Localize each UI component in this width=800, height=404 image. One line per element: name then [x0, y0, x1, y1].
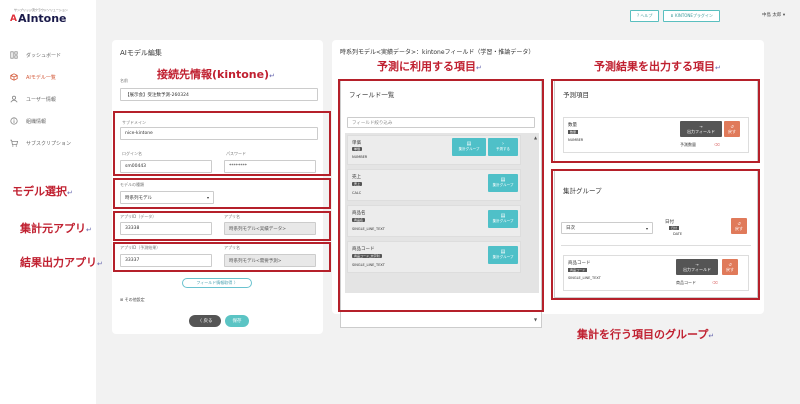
- user-menu[interactable]: 中島 太郎 ▾: [762, 12, 785, 18]
- sidebar-item-label: AIモデル一覧: [26, 74, 56, 81]
- page-title: AIモデル編集: [120, 49, 162, 57]
- sidebar-item-label: ダッシュボード: [26, 52, 62, 59]
- dashboard-icon: [10, 51, 18, 59]
- sidebar-item-label: ユーザー情報: [26, 96, 56, 103]
- sidebar-item-label: サブスクリプション: [26, 140, 72, 147]
- annotation-group: 集計を行う項目のグループ↵: [577, 326, 714, 342]
- logo-name: AIntone: [17, 12, 67, 25]
- annotation-text: 集計を行う項目のグループ: [577, 328, 709, 341]
- back-button[interactable]: 〈 戻る: [189, 315, 221, 327]
- sidebar-nav: ダッシュボード AIモデル一覧 ユーザー情報 組織情報 サブスクリプション: [0, 44, 96, 154]
- sidebar-item-organization[interactable]: 組織情報: [0, 110, 96, 132]
- save-button[interactable]: 保存: [225, 315, 249, 327]
- return-mark: ↵: [67, 189, 73, 197]
- help-button[interactable]: ? ヘルプ: [630, 10, 660, 22]
- kintone-plugin-button[interactable]: ⬇ KINTONEプラグイン: [663, 10, 720, 22]
- annotation-text: 接続先情報(kintone): [157, 68, 270, 81]
- info-icon: [10, 117, 18, 125]
- other-settings-toggle[interactable]: ⊞ その他設定: [120, 297, 145, 303]
- scroll-down-icon[interactable]: ▼: [534, 317, 537, 322]
- field-card-title: 時系列モデル<実績データ>：kintoneフィールド（学習・推論データ）: [340, 49, 535, 56]
- annotation-box-model: [113, 178, 331, 209]
- return-mark: ↵: [269, 72, 275, 80]
- annotation-text: 結果出力アプリ: [20, 256, 97, 269]
- annotation-result-app: 結果出力アプリ↵: [20, 254, 103, 270]
- annotation-box-group: [551, 169, 760, 300]
- cube-icon: [10, 73, 18, 81]
- annotation-source-app: 集計元アプリ↵: [20, 220, 92, 236]
- annotation-text: 予測結果を出力する項目: [594, 60, 715, 73]
- annotation-box-source-app: [113, 211, 331, 241]
- annotation-prediction-inputs: 予測に利用する項目↵: [377, 58, 482, 74]
- return-mark: ↵: [86, 226, 92, 234]
- return-mark: ↵: [97, 260, 103, 268]
- return-mark: ↵: [708, 332, 715, 340]
- annotation-box-connection: [113, 111, 331, 176]
- header-actions: ? ヘルプ ⬇ KINTONEプラグイン: [630, 10, 720, 22]
- logo[interactable]: サンブリッジ流クラウドソリューション A AIntone: [8, 8, 88, 25]
- sidebar: サンブリッジ流クラウドソリューション A AIntone ダッシュボード AIモデ…: [0, 0, 96, 404]
- annotation-text: 集計元アプリ: [20, 222, 86, 235]
- annotation-text: モデル選択: [12, 185, 67, 198]
- sidebar-item-user[interactable]: ユーザー情報: [0, 88, 96, 110]
- annotation-text: 予測に利用する項目: [377, 60, 476, 73]
- return-mark: ↵: [715, 64, 721, 72]
- sidebar-item-dashboard[interactable]: ダッシュボード: [0, 44, 96, 66]
- sidebar-item-label: 組織情報: [26, 118, 47, 125]
- annotation-connection: 接続先情報(kintone)↵: [157, 66, 275, 82]
- annotation-box-predict: [551, 79, 760, 163]
- sidebar-item-ai-models[interactable]: AIモデル一覧: [0, 66, 96, 88]
- name-input[interactable]: 【展示会】受注数予測-260324: [120, 88, 318, 101]
- cart-icon: [10, 139, 18, 147]
- name-label: 名前: [120, 78, 128, 83]
- annotation-box-result-app: [113, 242, 331, 272]
- annotation-prediction-output: 予測結果を出力する項目↵: [594, 58, 721, 74]
- fetch-fields-button[interactable]: フィールド情報取得 〉: [182, 278, 252, 288]
- logo-mark: A: [10, 13, 17, 24]
- user-icon: [10, 95, 18, 103]
- return-mark: ↵: [476, 64, 482, 72]
- sidebar-item-subscription[interactable]: サブスクリプション: [0, 132, 96, 154]
- annotation-box-fields: [338, 79, 544, 312]
- annotation-model-select: モデル選択↵: [12, 183, 73, 199]
